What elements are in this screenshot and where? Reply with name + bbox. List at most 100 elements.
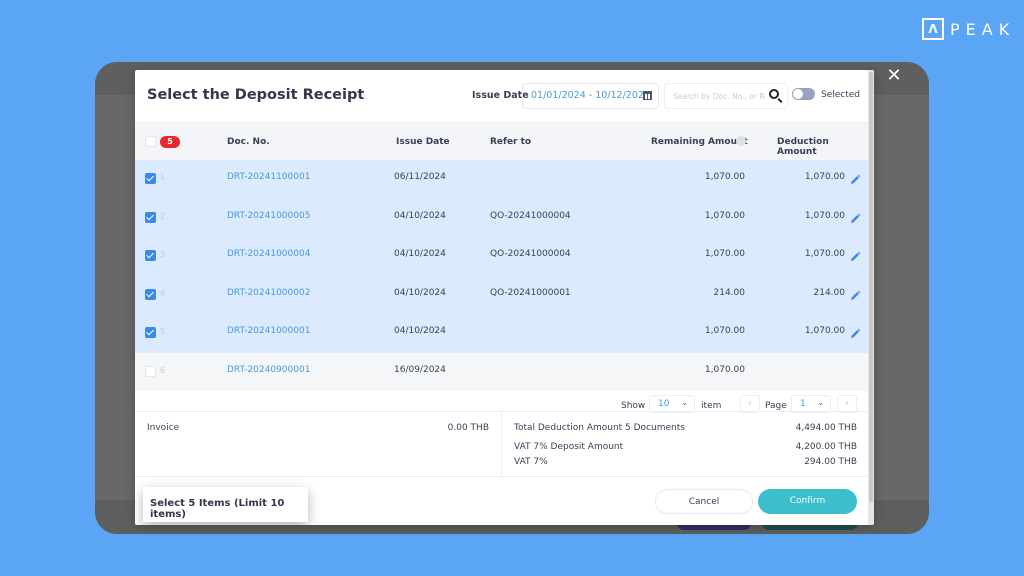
- column-header-remaining-amount: Remaining Amount: [651, 137, 748, 147]
- show-label: Show: [621, 401, 646, 411]
- column-header-refer-to: Refer to: [490, 137, 532, 147]
- row-checkbox[interactable]: [145, 173, 156, 184]
- remaining-amount-cell: 1,070.00: [704, 326, 745, 336]
- row-index: 3: [160, 250, 166, 259]
- refer-to-cell: QO-20241000004: [490, 249, 571, 259]
- select-deposit-receipt-modal: Select the Deposit Receipt Issue Date 01…: [135, 70, 874, 525]
- deduction-amount-cell: 1,070.00: [804, 326, 845, 336]
- doc-no-link[interactable]: DRT-20240900001: [227, 365, 310, 375]
- remaining-amount-cell: 1,070.00: [704, 210, 745, 221]
- issue-date-cell: 04/10/2024: [394, 210, 446, 221]
- chevron-down-icon: ⌄: [681, 398, 688, 407]
- vat-label: VAT 7%: [514, 457, 548, 467]
- chevron-down-icon: ⌄: [817, 398, 824, 407]
- vat-deposit-value: 4,200.00 THB: [795, 442, 857, 452]
- pagination: Show 10 ⌄ item ‹ Page 1 ⌄ ›: [135, 393, 868, 413]
- logo-text: PEAK: [950, 19, 1016, 39]
- select-all-checkbox[interactable]: [145, 136, 156, 147]
- table-body: 1 DRT-20241100001 06/11/2024 1,070.00 1,070.…: [135, 160, 868, 391]
- total-deduction-label: Total Deduction Amount 5 Documents: [514, 423, 685, 433]
- selection-limit-note: Select 5 Items (Limit 10 items): [143, 487, 308, 522]
- deduction-amount-cell: 1,070.00: [804, 172, 845, 182]
- selected-toggle[interactable]: [792, 88, 815, 100]
- issue-date-cell: 04/10/2024: [394, 326, 446, 336]
- table-row[interactable]: 6 DRT-20240900001 16/09/2024 1,070.00: [135, 352, 868, 391]
- table-row[interactable]: 1 DRT-20241100001 06/11/2024 1,070.00 1,070.…: [135, 160, 868, 199]
- remaining-amount-cell: 214.00: [713, 287, 746, 298]
- table-row[interactable]: 2 DRT-20241000005 04/10/2024 QO-20241000004…: [135, 198, 868, 237]
- row-index: 5: [160, 327, 166, 336]
- modal-footer: Select 5 Items (Limit 10 items) Cancel C…: [135, 477, 868, 525]
- remaining-amount-cell: 1,070.00: [704, 172, 745, 182]
- refer-to-cell: QO-20241000001: [490, 287, 571, 298]
- vat-value: 294.00 THB: [804, 457, 857, 467]
- deduction-amount-cell: 1,070.00: [804, 210, 845, 221]
- confirm-button[interactable]: Confirm: [758, 489, 857, 514]
- date-range-picker[interactable]: 01/01/2024 - 10/12/2024: [522, 83, 659, 109]
- row-index: 2: [160, 211, 166, 221]
- total-deduction-value: 4,494.00 THB: [795, 423, 857, 433]
- row-index: 4: [160, 288, 166, 298]
- pencil-icon[interactable]: [849, 171, 861, 184]
- calendar-icon[interactable]: [643, 91, 652, 100]
- doc-no-link[interactable]: DRT-20241000005: [227, 211, 310, 221]
- doc-no-link[interactable]: DRT-20241100001: [227, 172, 310, 182]
- row-checkbox[interactable]: [145, 288, 156, 300]
- issue-date-cell: 04/10/2024: [394, 249, 446, 259]
- vat-deposit-label: VAT 7% Deposit Amount: [514, 442, 624, 452]
- doc-no-link[interactable]: DRT-20241000001: [227, 326, 310, 336]
- logo-mark-icon: Λ: [922, 18, 944, 40]
- selected-count-badge: 5: [160, 136, 180, 148]
- close-icon[interactable]: ✕: [884, 66, 904, 86]
- page-size-value: 10: [658, 399, 670, 409]
- row-checkbox[interactable]: [145, 250, 156, 261]
- modal-scrollbar[interactable]: [868, 70, 874, 525]
- cancel-button[interactable]: Cancel: [655, 489, 753, 514]
- row-checkbox[interactable]: [145, 365, 156, 377]
- pencil-icon[interactable]: [849, 325, 861, 338]
- column-header-doc-no: Doc. No.: [227, 137, 270, 147]
- selected-toggle-label: Selected: [821, 90, 861, 100]
- table-row[interactable]: 5 DRT-20241000001 04/10/2024 1,070.00 1,070.…: [135, 314, 868, 353]
- issue-date-cell: 16/09/2024: [394, 364, 446, 375]
- issue-date-cell: 04/10/2024: [394, 287, 446, 298]
- issue-date-label: Issue Date: [472, 90, 529, 101]
- summary-divider: [501, 412, 502, 476]
- modal-header: Select the Deposit Receipt Issue Date 01…: [135, 70, 868, 122]
- modal-title: Select the Deposit Receipt: [147, 87, 365, 103]
- remaining-amount-cell: 1,070.00: [704, 364, 745, 375]
- doc-no-link[interactable]: DRT-20241000002: [227, 288, 310, 298]
- table-row[interactable]: 3 DRT-20241000004 04/10/2024 QO-20241000004…: [135, 237, 868, 276]
- info-icon[interactable]: [736, 136, 746, 146]
- item-label: item: [701, 401, 722, 411]
- column-header-issue-date: Issue Date: [396, 137, 450, 147]
- current-page-value: 1: [800, 399, 806, 409]
- deduction-amount-cell: 214.00: [813, 287, 846, 298]
- page-label: Page: [765, 401, 787, 411]
- deduction-amount-cell: 1,070.00: [804, 249, 845, 259]
- row-checkbox[interactable]: [145, 211, 156, 223]
- scrollbar-thumb[interactable]: [869, 72, 873, 502]
- summary-panel: Invoice 0.00 THB Total Deduction Amount …: [135, 411, 868, 477]
- row-checkbox[interactable]: [145, 327, 156, 338]
- deposit-table: 5 Doc. No. Issue Date Refer to Remaining…: [135, 122, 868, 391]
- search-input[interactable]: [665, 84, 765, 109]
- peak-logo: Λ PEAK: [922, 18, 1015, 40]
- issue-date-cell: 06/11/2024: [394, 172, 446, 182]
- pencil-icon[interactable]: [849, 248, 861, 261]
- row-index: 6: [160, 365, 166, 375]
- invoice-label: Invoice: [147, 423, 180, 433]
- column-header-deduction-amount: Deduction Amount: [777, 137, 829, 157]
- invoice-value: 0.00 THB: [447, 423, 489, 433]
- search-field[interactable]: [664, 83, 788, 109]
- refer-to-cell: QO-20241000004: [490, 210, 571, 221]
- doc-no-link[interactable]: DRT-20241000004: [227, 249, 310, 259]
- date-range-value: 01/01/2024 - 10/12/2024: [531, 90, 650, 101]
- remaining-amount-cell: 1,070.00: [704, 249, 745, 259]
- row-index: 1: [160, 173, 166, 182]
- table-header: 5 Doc. No. Issue Date Refer to Remaining…: [135, 122, 868, 160]
- search-icon[interactable]: [769, 89, 779, 99]
- pencil-icon[interactable]: [849, 287, 861, 300]
- pencil-icon[interactable]: [849, 210, 861, 223]
- table-row[interactable]: 4 DRT-20241000002 04/10/2024 QO-20241000001…: [135, 275, 868, 314]
